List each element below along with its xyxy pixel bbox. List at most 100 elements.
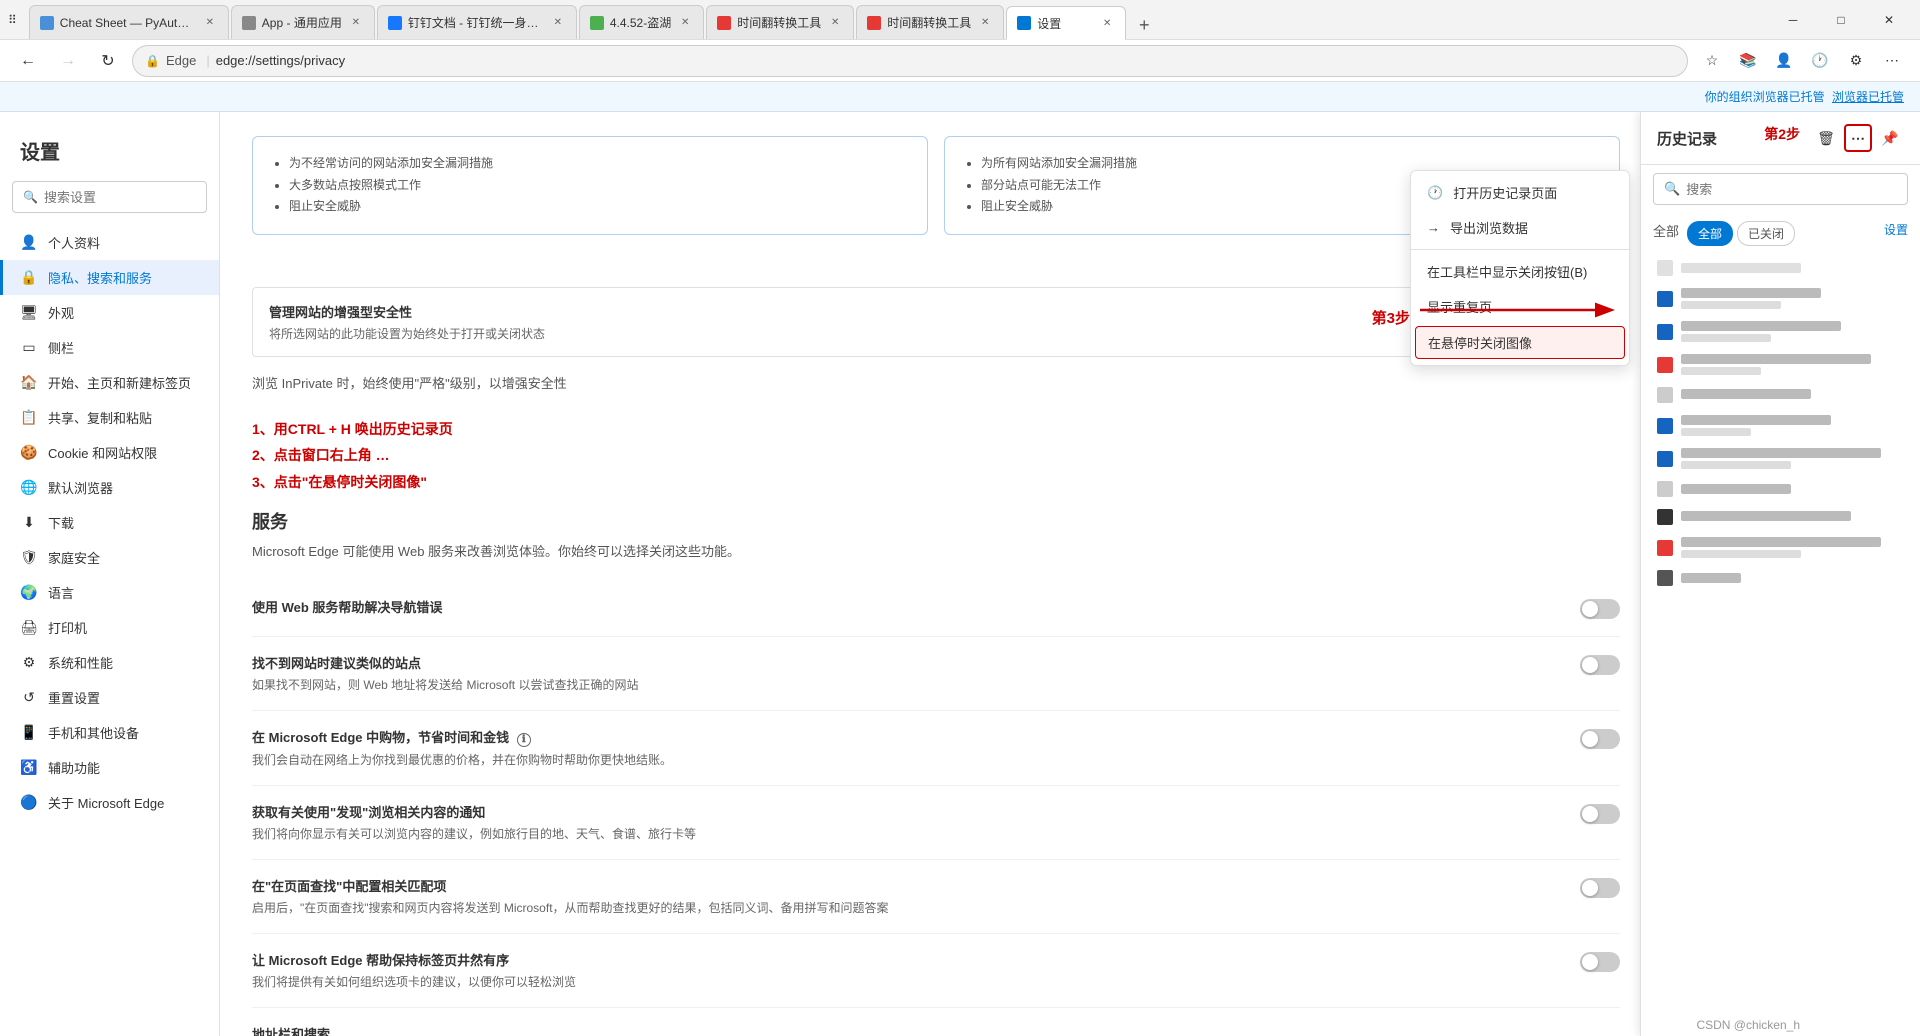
tab-dingding[interactable]: 钉钉文档 - 钉钉统一身份认证 ✕	[377, 5, 577, 39]
tab-close-btn[interactable]: ✕	[202, 15, 218, 31]
filter-all[interactable]: 全部	[1687, 221, 1733, 246]
search-box[interactable]: 🔍	[12, 181, 207, 213]
history-item-favicon	[1657, 540, 1673, 556]
list-item[interactable]	[1641, 442, 1920, 475]
reload-button[interactable]: ↻	[92, 45, 124, 77]
sidebar-item-appearance[interactable]: 🖥 外观	[0, 295, 219, 330]
edge-label: Edge	[166, 53, 196, 68]
toggle-similar[interactable]	[1580, 655, 1620, 675]
tabs-container: Cheat Sheet — PyAutoGUI docu... ✕ App - …	[29, 0, 1160, 39]
tab-time1[interactable]: 时间翻转换工具 ✕	[706, 5, 854, 39]
manage-security-text: 管理网站的增强型安全性 将所选网站的此功能设置为始终处于打开或关闭状态	[269, 302, 545, 342]
services-desc: Microsoft Edge 可能使用 Web 服务来改善浏览体验。你始终可以选…	[252, 542, 1620, 562]
profile-button[interactable]: 👤	[1768, 45, 1800, 77]
sidebar-item-sidebar[interactable]: ▭ 侧栏	[0, 330, 219, 365]
tab-close-btn[interactable]: ✕	[550, 15, 566, 31]
sidebar-item-mobile[interactable]: 📱 手机和其他设备	[0, 715, 219, 750]
tab-close-btn[interactable]: ✕	[1099, 15, 1115, 31]
context-menu-open-history[interactable]: 🕐 打开历史记录页面	[1411, 175, 1629, 210]
favorites-button[interactable]: ☆	[1696, 45, 1728, 77]
list-item[interactable]	[1641, 315, 1920, 348]
sidebar-item-privacy[interactable]: 🔒 隐私、搜索和服务	[0, 260, 219, 295]
context-menu-suspend-image[interactable]: 在悬停时关闭图像	[1415, 326, 1625, 359]
context-menu-export[interactable]: → 导出浏览数据	[1411, 210, 1629, 245]
context-menu-resume[interactable]: 显示重复页	[1411, 289, 1629, 324]
sidebar-item-newtab[interactable]: 🏠 开始、主页和新建标签页	[0, 365, 219, 400]
manage-security-title: 管理网站的增强型安全性	[269, 302, 545, 321]
history-settings-link[interactable]: 设置	[1884, 221, 1908, 246]
floating-instructions: 1、用CTRL + H 唤出历史记录页 2、点击窗口右上角 … 3、点击"在悬停…	[252, 416, 1620, 496]
history-item-favicon	[1657, 324, 1673, 340]
sidebar-item-reset[interactable]: ↺ 重置设置	[0, 680, 219, 715]
tab-close-btn[interactable]: ✕	[348, 15, 364, 31]
list-item[interactable]	[1641, 503, 1920, 531]
notification-link[interactable]: 浏览器已托管	[1832, 90, 1904, 104]
service-row-findmatch: 在"在页面查找"中配置相关匹配项 启用后，"在页面查找"搜索和网页内容将发送到 …	[252, 860, 1620, 934]
history-item-favicon	[1657, 387, 1673, 403]
tab-app[interactable]: App - 通用应用 ✕	[231, 5, 375, 39]
history-item-url	[1681, 334, 1771, 342]
list-item[interactable]	[1641, 564, 1920, 592]
tab-close-btn[interactable]: ✕	[977, 15, 993, 31]
sidebar-item-downloads[interactable]: ⬇ 下载	[0, 505, 219, 540]
tab-settings[interactable]: 设置 ✕	[1006, 6, 1126, 40]
filter-closed[interactable]: 已关闭	[1737, 221, 1795, 246]
history-search-input[interactable]	[1686, 182, 1897, 197]
sidebar-item-system[interactable]: ⚙ 系统和性能	[0, 645, 219, 680]
list-item[interactable]	[1641, 348, 1920, 381]
security-card-left-list: 为不经常访问的网站添加安全漏洞措施 大多数站点按照模式工作 阻止安全威胁	[289, 153, 911, 218]
context-menu-label: 在悬停时关闭图像	[1428, 333, 1532, 352]
new-tab-button[interactable]: +	[1128, 11, 1160, 39]
sidebar-label-reset: 重置设置	[48, 688, 100, 707]
service-desc: 如果找不到网站，则 Web 地址将发送给 Microsoft 以尝试查找正确的网…	[252, 676, 1560, 694]
close-button[interactable]: ✕	[1866, 4, 1912, 36]
tab-favicon	[590, 16, 604, 30]
list-item[interactable]	[1641, 409, 1920, 442]
list-item[interactable]	[1641, 381, 1920, 409]
collections-button[interactable]: 📚	[1732, 45, 1764, 77]
history-button[interactable]: 🕐	[1804, 45, 1836, 77]
toggle-findmatch[interactable]	[1580, 878, 1620, 898]
sidebar-item-language[interactable]: 🌍 语言	[0, 575, 219, 610]
context-menu-toolbar[interactable]: 在工具栏中显示关闭按钮(B)	[1411, 254, 1629, 289]
nav-right-buttons: ☆ 📚 👤 🕐 ⚙ ⋯	[1696, 45, 1908, 77]
sidebar-item-family[interactable]: 🛡 家庭安全	[0, 540, 219, 575]
history-search-box[interactable]: 🔍	[1653, 173, 1908, 205]
settings-button[interactable]: ⚙	[1840, 45, 1872, 77]
service-desc: 我们将提供有关如何组织选项卡的建议，以便你可以轻松浏览	[252, 973, 1560, 991]
tab-cheatsheet[interactable]: Cheat Sheet — PyAutoGUI docu... ✕	[29, 5, 229, 39]
sidebar-item-about[interactable]: 🔵 关于 Microsoft Edge	[0, 785, 219, 820]
list-item[interactable]	[1641, 531, 1920, 564]
sidebar-item-cookies[interactable]: 🍪 Cookie 和网站权限	[0, 435, 219, 470]
history-pin-btn[interactable]: 📌	[1876, 124, 1904, 152]
tab-close-btn[interactable]: ✕	[677, 15, 693, 31]
list-item[interactable]	[1641, 475, 1920, 503]
more-button[interactable]: ⋯	[1876, 45, 1908, 77]
history-more-btn[interactable]: ⋯	[1844, 124, 1872, 152]
toggle-shopping[interactable]	[1580, 729, 1620, 749]
toggle-webservice[interactable]	[1580, 599, 1620, 619]
sidebar-item-print[interactable]: 🖨 打印机	[0, 610, 219, 645]
instruction-line3: 3、点击"在悬停时关闭图像"	[252, 469, 1620, 496]
minimize-button[interactable]: ─	[1770, 4, 1816, 36]
sidebar-item-share[interactable]: 📋 共享、复制和粘贴	[0, 400, 219, 435]
app-icon: ⠿	[8, 13, 17, 27]
tab-time2[interactable]: 时间翻转换工具 ✕	[856, 5, 1004, 39]
sidebar-item-defaultbrowser[interactable]: 🌐 默认浏览器	[0, 470, 219, 505]
maximize-button[interactable]: □	[1818, 4, 1864, 36]
sidebar-item-profile[interactable]: 👤 个人资料	[0, 225, 219, 260]
list-item[interactable]	[1641, 254, 1920, 282]
tab-g[interactable]: 4.4.52-盗湖 ✕	[579, 5, 704, 39]
toggle-discover[interactable]	[1580, 804, 1620, 824]
tab-close-btn[interactable]: ✕	[827, 15, 843, 31]
list-item[interactable]	[1641, 282, 1920, 315]
back-button[interactable]: ←	[12, 45, 44, 77]
history-delete-btn[interactable]: 🗑	[1812, 124, 1840, 152]
search-input[interactable]	[44, 190, 196, 205]
address-bar[interactable]: 🔒 Edge | edge://settings/privacy	[132, 45, 1688, 77]
sidebar-item-accessibility[interactable]: ♿ 辅助功能	[0, 750, 219, 785]
service-text: 使用 Web 服务帮助解决导航错误	[252, 597, 1560, 620]
forward-button[interactable]: →	[52, 45, 84, 77]
toggle-taborganize[interactable]	[1580, 952, 1620, 972]
annotation-wrapper: 1、用CTRL + H 唤出历史记录页 2、点击窗口右上角 … 3、点击"在悬停…	[252, 416, 1620, 496]
